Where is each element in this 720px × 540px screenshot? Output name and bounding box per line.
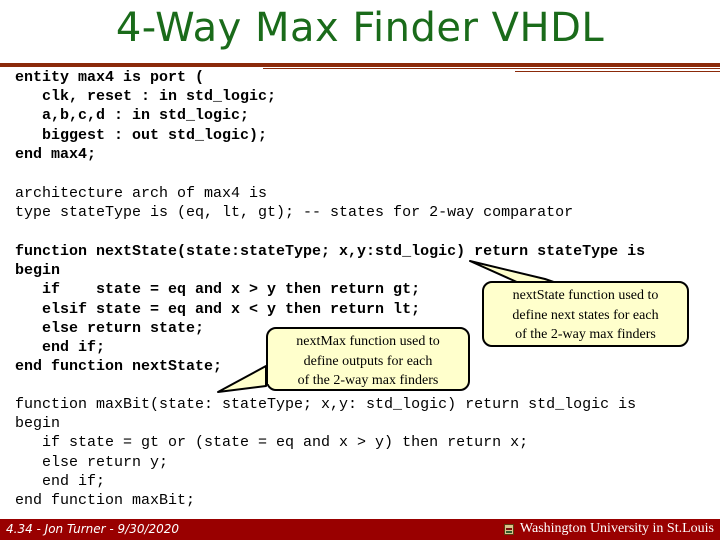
university-name: Washington University in St.Louis: [519, 521, 714, 536]
next-state-callout: nextState function used to define next s…: [482, 281, 689, 347]
architecture-code: architecture arch of max4 is type stateT…: [15, 185, 574, 222]
entity-declaration-code: entity max4 is port ( clk, reset : in st…: [15, 69, 277, 163]
callout-line: of the 2-way max finders: [515, 327, 656, 342]
slide-title: 4-Way Max Finder VHDL: [115, 5, 605, 51]
footer-bar: 4.34 - Jon Turner - 9/30/2020 Washington…: [0, 519, 720, 540]
title-underline: [0, 63, 720, 67]
max-bit-function-code: function maxBit(state: stateType; x,y: s…: [15, 396, 637, 510]
title-underline-thin: [263, 68, 720, 69]
university-crest-icon: [503, 523, 514, 535]
callout-line: nextState function used to: [512, 288, 659, 303]
callout-line: define outputs for each: [303, 353, 433, 369]
callout-line: nextMax function used to: [296, 334, 440, 349]
callout-line: define next states for each: [512, 307, 659, 323]
next-max-callout: nextMax function used to define outputs …: [266, 327, 470, 391]
footer-slide-info: 4.34 - Jon Turner - 9/30/2020: [6, 522, 180, 536]
footer-university: Washington University in St.Louis: [503, 520, 714, 538]
title-underline-thin-short: [515, 71, 720, 72]
callout-line: of the 2-way max finders: [297, 373, 439, 388]
